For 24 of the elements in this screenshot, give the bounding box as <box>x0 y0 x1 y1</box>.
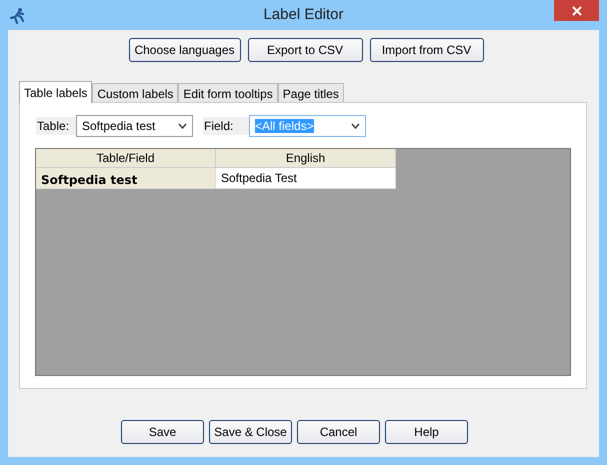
column-header[interactable]: Table/Field <box>36 149 216 168</box>
tab[interactable]: Page titles <box>278 83 344 102</box>
dialog-button[interactable]: Export to CSV <box>248 38 362 62</box>
dialog-button[interactable]: Save & Close <box>209 420 292 444</box>
running-figure-icon <box>8 7 26 24</box>
chevron-down-icon <box>351 123 360 129</box>
chevron-down-icon <box>178 123 187 129</box>
tab[interactable]: Custom labels <box>92 83 178 102</box>
dialog-button[interactable]: Choose languages <box>128 38 240 62</box>
window-title: Label Editor <box>263 4 344 25</box>
dialog-button[interactable]: Import from CSV <box>370 38 484 62</box>
dialog-button[interactable]: Cancel <box>297 420 380 444</box>
dialog-button[interactable]: Help <box>385 420 468 444</box>
dropdown[interactable]: Softpedia test <box>76 115 193 137</box>
tab[interactable]: Edit form tooltips <box>178 83 278 102</box>
tab[interactable]: Table labels <box>19 81 92 103</box>
close-button[interactable] <box>554 0 599 21</box>
filter-label: Table: <box>36 117 76 135</box>
table-cell: Softpedia Test <box>216 168 396 189</box>
filter-label: Field: <box>203 117 249 135</box>
close-icon <box>572 6 582 16</box>
dialog-button[interactable]: Save <box>121 420 204 444</box>
column-header[interactable]: English <box>216 149 396 168</box>
table-cell: Softpedia test <box>36 168 216 189</box>
